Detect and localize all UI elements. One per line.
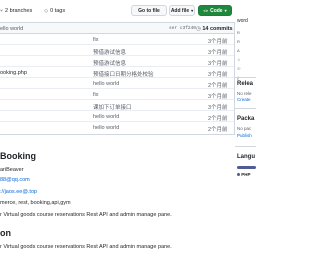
- create-release-link[interactable]: Create: [237, 97, 251, 102]
- commit-message[interactable]: hello world: [93, 125, 119, 131]
- table-row[interactable]: 预借游试信息 3个月前: [0, 56, 234, 67]
- readme-title: Booking: [0, 151, 36, 161]
- table-row[interactable]: hello world 2个月前: [0, 78, 234, 89]
- table-row[interactable]: ooking.php 预借接口日期分格处校验 3个月前: [0, 67, 234, 78]
- table-row[interactable]: hello world 2个月前: [0, 111, 234, 122]
- add-file-label: Add file: [170, 7, 190, 14]
- chevron-down-icon: ▾: [224, 8, 227, 13]
- releases-empty: No rele: [237, 91, 252, 96]
- branch-tag-info: ⑂ 2 branches ◇ 0 tags: [0, 8, 65, 14]
- commit-message[interactable]: 预借游试信息: [93, 48, 126, 56]
- star-icon[interactable]: ☆: [237, 57, 241, 62]
- commit-age: 3个月前: [208, 105, 228, 111]
- commit-age: 3个月前: [208, 94, 228, 100]
- commit-age: 2个月前: [208, 116, 228, 122]
- table-row[interactable]: fix 3个月前: [0, 89, 234, 100]
- activity-icon[interactable]: A: [237, 48, 240, 53]
- chevron-down-icon: ▾: [191, 8, 194, 13]
- file-table: ello world ser c3f240 ◷ 14 commits fix 3…: [0, 22, 235, 135]
- code-label: Code: [210, 7, 223, 14]
- readme-author: ariBeaver: [0, 167, 24, 173]
- license-icon[interactable]: R: [237, 39, 240, 44]
- divider: [235, 146, 256, 147]
- code-icon: <>: [203, 8, 209, 13]
- table-row[interactable]: 预借游试信息 3个月前: [0, 45, 234, 56]
- commit-message[interactable]: 预借接口日期分格处校验: [93, 70, 154, 78]
- table-row[interactable]: fix 3个月前: [0, 34, 234, 45]
- commit-hash[interactable]: ser c3f240: [169, 26, 196, 31]
- latest-commit-message[interactable]: ello world: [0, 26, 23, 32]
- file-name[interactable]: ooking.php: [0, 70, 27, 76]
- tag-icon: ◇: [44, 8, 49, 14]
- commit-age: 3个月前: [208, 39, 228, 45]
- readme-email-link[interactable]: 88@qq.com: [0, 177, 30, 183]
- repo-sidebar: word R R A ☆ ☉ ȳ Relea No rele Create Pa…: [235, 0, 256, 256]
- readme-description-2: r Virtual goods course reservations Rest…: [0, 244, 172, 250]
- latest-commit-bar: ello world ser c3f240 ◷ 14 commits: [0, 23, 234, 34]
- about-item: R: [237, 39, 240, 44]
- add-file-button[interactable]: Add file ▾: [169, 5, 195, 16]
- about-item: A: [237, 48, 240, 53]
- repo-toolbar: ⑂ 2 branches ◇ 0 tags Go to file Add fil…: [0, 0, 256, 22]
- readme-section-heading: on: [0, 228, 11, 238]
- readme-tags: merce, rest, booking,api,gym: [0, 200, 71, 206]
- commit-message[interactable]: hello world: [93, 114, 119, 120]
- commit-message[interactable]: fix: [93, 92, 99, 98]
- commit-age: 3个月前: [208, 50, 228, 56]
- commit-message[interactable]: hello world: [93, 81, 119, 87]
- commit-message[interactable]: fix: [93, 37, 99, 43]
- commits-count: 14 commits: [202, 26, 233, 32]
- eye-icon[interactable]: ☉: [237, 66, 241, 71]
- readme-icon[interactable]: R: [237, 30, 240, 35]
- divider: [235, 77, 256, 78]
- commits-link[interactable]: ◷ 14 commits: [196, 26, 233, 32]
- branch-icon: ⑂: [0, 8, 4, 14]
- commit-age: 2个月前: [208, 83, 228, 89]
- about-item: R: [237, 30, 240, 35]
- go-to-file-button[interactable]: Go to file: [131, 5, 167, 16]
- history-icon: ◷: [196, 26, 201, 32]
- about-item: ☆: [237, 57, 241, 62]
- tags-link[interactable]: 0 tags: [50, 8, 65, 14]
- about-description: word: [237, 18, 248, 24]
- php-color-dot: [237, 173, 240, 177]
- publish-package-link[interactable]: Publish: [237, 133, 252, 138]
- readme-site-link[interactable]: ://jaos.ee@.top: [0, 189, 37, 195]
- language-item[interactable]: PHP: [237, 172, 251, 177]
- language-bar: [237, 166, 256, 169]
- table-row[interactable]: hello world 2个月前: [0, 122, 234, 133]
- readme-description: r Virtual goods course reservations Rest…: [0, 212, 172, 218]
- table-row[interactable]: 课加下订单接口 3个月前: [0, 100, 234, 111]
- languages-heading: Langu: [237, 154, 255, 160]
- packages-empty: No pac: [237, 126, 252, 131]
- about-item: ☉: [237, 66, 241, 71]
- language-name: PHP: [241, 172, 251, 177]
- commit-age: 2个月前: [208, 127, 228, 133]
- commit-message[interactable]: 预借游试信息: [93, 59, 126, 67]
- releases-heading[interactable]: Relea: [237, 81, 253, 87]
- branches-link[interactable]: 2 branches: [5, 8, 32, 14]
- packages-heading[interactable]: Packa: [237, 116, 254, 122]
- divider: [235, 108, 256, 109]
- commit-message[interactable]: 课加下订单接口: [93, 103, 132, 111]
- commit-age: 3个月前: [208, 72, 228, 78]
- code-button[interactable]: <> Code ▾: [198, 5, 232, 16]
- go-to-file-label: Go to file: [138, 7, 160, 14]
- commit-age: 3个月前: [208, 61, 228, 67]
